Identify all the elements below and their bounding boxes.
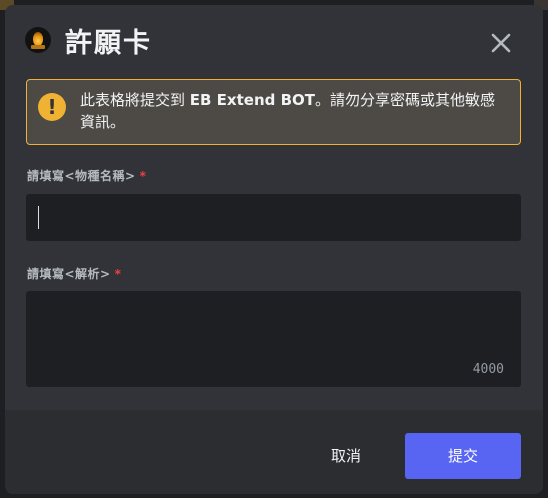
wish-card-modal: 許願卡 ! 此表格將提交到 EB Extend BOT。請勿分享密碼或其他敏感資… bbox=[5, 5, 543, 494]
modal-title: 許願卡 bbox=[65, 28, 152, 59]
species-name-label-text: 請填寫<物種名稱> bbox=[27, 169, 136, 183]
privacy-warning-banner: ! 此表格將提交到 EB Extend BOT。請勿分享密碼或其他敏感資訊。 bbox=[26, 79, 521, 145]
modal-footer: 取消 提交 bbox=[5, 410, 543, 494]
analysis-label: 請填寫<解析> * bbox=[27, 265, 121, 282]
char-count: 4000 bbox=[472, 362, 504, 377]
warning-text: 此表格將提交到 EB Extend BOT。請勿分享密碼或其他敏感資訊。 bbox=[80, 89, 510, 133]
close-icon[interactable] bbox=[485, 27, 517, 59]
species-name-input[interactable] bbox=[26, 194, 521, 241]
flame-shape bbox=[33, 32, 43, 46]
species-name-label: 請填寫<物種名稱> * bbox=[27, 167, 146, 184]
cancel-button[interactable]: 取消 bbox=[311, 433, 381, 479]
required-mark: * bbox=[139, 169, 147, 183]
warning-text-before: 此表格將提交到 bbox=[80, 91, 190, 109]
modal-header: 許願卡 bbox=[5, 5, 543, 75]
analysis-textarea[interactable]: 4000 bbox=[26, 291, 521, 387]
text-caret bbox=[38, 206, 39, 229]
alert-icon: ! bbox=[38, 93, 66, 121]
torch-base-shape bbox=[31, 45, 45, 49]
required-mark: * bbox=[114, 267, 122, 281]
submit-button[interactable]: 提交 bbox=[405, 433, 521, 479]
bot-avatar-icon bbox=[25, 27, 51, 53]
analysis-label-text: 請填寫<解析> bbox=[27, 267, 111, 281]
warning-bot-name: EB Extend BOT bbox=[189, 91, 316, 109]
